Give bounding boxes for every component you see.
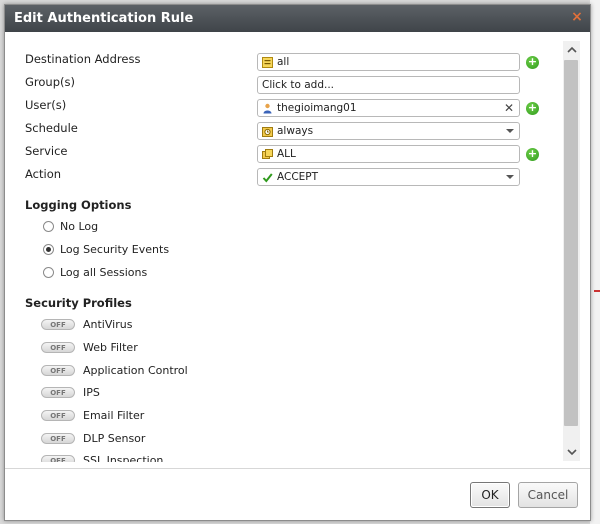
users-value: thegioimang01 <box>277 102 357 114</box>
dialog-title: Edit Authentication Rule <box>14 11 194 26</box>
destination-address-value: all <box>277 56 290 68</box>
security-profiles-title: Security Profiles <box>25 296 132 310</box>
action-select[interactable]: ACCEPT <box>257 168 520 186</box>
dialog-titlebar: Edit Authentication Rule × <box>5 5 590 32</box>
profile-label: IPS <box>83 386 100 399</box>
profile-antivirus: OFF AntiVirus <box>41 318 132 331</box>
edit-authentication-rule-dialog: Edit Authentication Rule × Destination A… <box>4 4 591 521</box>
add-destination-plus-icon[interactable]: + <box>526 56 539 69</box>
add-service-plus-icon[interactable]: + <box>526 148 539 161</box>
radio-label: Log all Sessions <box>60 266 148 279</box>
check-icon <box>262 172 273 183</box>
vertical-scrollbar[interactable] <box>563 41 580 461</box>
profile-label: SSL Inspection <box>83 454 164 462</box>
ips-toggle[interactable]: OFF <box>41 387 75 398</box>
service-label: Service <box>25 144 68 158</box>
profile-label: DLP Sensor <box>83 432 146 445</box>
web-filter-toggle[interactable]: OFF <box>41 342 75 353</box>
service-icon <box>262 148 273 160</box>
dialog-footer: OK Cancel <box>5 469 590 520</box>
profile-dlp-sensor: OFF DLP Sensor <box>41 432 145 445</box>
profile-ssl-inspection: OFF SSL Inspection <box>41 454 163 462</box>
dialog-content: Destination Address all + Group(s) Click… <box>5 32 563 462</box>
destination-address-field[interactable]: all <box>257 53 520 71</box>
chevron-down-icon <box>506 129 514 133</box>
ssl-inspection-toggle[interactable]: OFF <box>41 455 75 462</box>
radio-no-log[interactable]: No Log <box>43 220 98 233</box>
radio-button-selected[interactable] <box>43 244 54 255</box>
action-label: Action <box>25 167 62 181</box>
profile-label: AntiVirus <box>83 318 133 331</box>
scroll-down-icon[interactable] <box>563 444 580 461</box>
close-icon[interactable]: × <box>570 10 584 24</box>
email-filter-toggle[interactable]: OFF <box>41 410 75 421</box>
destination-address-label: Destination Address <box>25 52 141 66</box>
chevron-down-icon <box>506 175 514 179</box>
groups-placeholder: Click to add... <box>262 79 335 91</box>
profile-label: Application Control <box>83 364 188 377</box>
address-icon <box>262 56 273 68</box>
users-label: User(s) <box>25 98 67 112</box>
service-field[interactable]: ALL <box>257 145 520 163</box>
clear-user-icon[interactable]: ✕ <box>504 101 514 115</box>
radio-label: No Log <box>60 220 99 233</box>
background-marker <box>594 290 600 292</box>
application-control-toggle[interactable]: OFF <box>41 365 75 376</box>
profile-label: Web Filter <box>83 341 138 354</box>
profile-label: Email Filter <box>83 409 145 422</box>
background-window <box>590 0 600 524</box>
user-icon <box>262 103 273 114</box>
groups-field[interactable]: Click to add... <box>257 76 520 94</box>
logging-options-title: Logging Options <box>25 198 132 212</box>
ok-button[interactable]: OK <box>470 482 510 508</box>
radio-label: Log Security Events <box>60 243 170 256</box>
schedule-icon <box>262 126 273 137</box>
action-value: ACCEPT <box>277 171 319 183</box>
profile-email-filter: OFF Email Filter <box>41 409 144 422</box>
groups-label: Group(s) <box>25 75 75 89</box>
radio-log-security-events[interactable]: Log Security Events <box>43 243 169 256</box>
schedule-label: Schedule <box>25 121 78 135</box>
cancel-button[interactable]: Cancel <box>518 482 578 508</box>
profile-application-control: OFF Application Control <box>41 364 188 377</box>
add-user-plus-icon[interactable]: + <box>526 102 539 115</box>
radio-log-all-sessions[interactable]: Log all Sessions <box>43 266 147 279</box>
users-field[interactable]: thegioimang01 ✕ <box>257 99 520 117</box>
scroll-up-icon[interactable] <box>563 41 580 58</box>
dlp-sensor-toggle[interactable]: OFF <box>41 433 75 444</box>
scrollbar-thumb[interactable] <box>564 60 578 426</box>
schedule-value: always <box>277 125 314 137</box>
radio-button[interactable] <box>43 267 54 278</box>
profile-ips: OFF IPS <box>41 386 100 399</box>
antivirus-toggle[interactable]: OFF <box>41 319 75 330</box>
radio-button[interactable] <box>43 221 54 232</box>
profile-web-filter: OFF Web Filter <box>41 341 138 354</box>
service-value: ALL <box>277 148 296 160</box>
schedule-select[interactable]: always <box>257 122 520 140</box>
